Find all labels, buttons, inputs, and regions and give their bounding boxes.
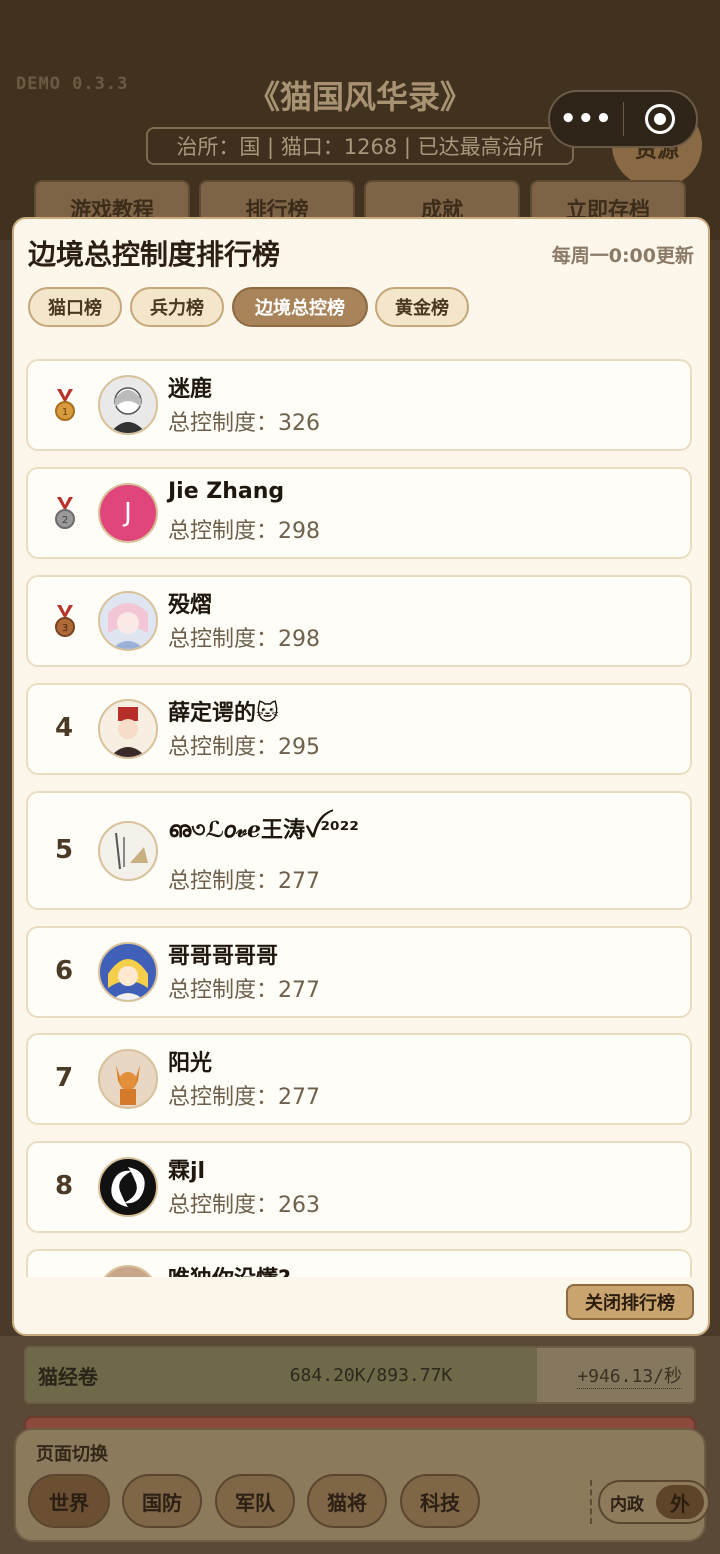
page-button-defense[interactable]: 国防 <box>122 1474 202 1528</box>
player-name: 迷鹿 <box>168 377 213 402</box>
avatar-letter: J <box>124 498 132 528</box>
avatar <box>98 821 158 881</box>
bronze-medal-icon: 3 <box>55 605 75 637</box>
tab-troops-rank[interactable]: 兵力榜 <box>130 287 224 327</box>
player-score: 总控制度：277 <box>168 1085 320 1110</box>
player-score: 总控制度：263 <box>168 1193 320 1218</box>
rank-number: 8 <box>54 1171 74 1201</box>
silver-medal-icon: 2 <box>55 497 75 529</box>
avatar <box>98 591 158 651</box>
rank-number: 7 <box>54 1063 74 1093</box>
avatar: J <box>98 483 158 543</box>
avatar <box>98 1157 158 1217</box>
tab-gold-rank[interactable]: 黄金榜 <box>375 287 469 327</box>
rank-number: 5 <box>54 835 74 865</box>
player-score: 总控制度：277 <box>168 869 320 894</box>
status-bar: 治所：国 | 猫口：1268 | 已达最高治所 <box>146 127 574 165</box>
close-leaderboard-button[interactable]: 关闭排行榜 <box>566 1284 694 1320</box>
leaderboard-row[interactable]: 3 殁熠 总控制度：298 <box>26 575 692 667</box>
resource-rate[interactable]: +946.13/秒 <box>577 1362 682 1389</box>
close-miniprogram-icon[interactable] <box>624 104 697 134</box>
leaderboard-row[interactable]: 2 J Jie Zhang 总控制度：298 <box>26 467 692 559</box>
toggle-domestic-label: 内政 <box>610 1495 644 1515</box>
avatar <box>98 699 158 759</box>
resource-row-cat-scroll: 猫经卷 684.20K/893.77K +946.13/秒 <box>24 1346 696 1404</box>
page-button-army[interactable]: 军队 <box>215 1474 295 1528</box>
player-name: ഌ৩ℒ𝑜𝓋ℯ王涛ꪜ²⁰²² <box>168 818 359 843</box>
rank-number: 4 <box>54 713 74 743</box>
avatar <box>98 942 158 1002</box>
page-button-world[interactable]: 世界 <box>28 1474 110 1528</box>
switcher-divider <box>590 1480 592 1524</box>
leaderboard-list[interactable]: 1 迷鹿 总控制度：326 2 J Jie Zhang 总控制度：298 3 殁… <box>26 347 694 1277</box>
leaderboard-row[interactable]: 4 薛定谔的🐱 总控制度：295 <box>26 683 692 775</box>
update-note: 每周一0:00更新 <box>551 245 694 267</box>
player-name: 哥哥哥哥哥 <box>168 944 279 969</box>
tab-population-rank[interactable]: 猫口榜 <box>28 287 122 327</box>
leaderboard-row[interactable]: 8 霖jl 总控制度：263 <box>26 1141 692 1233</box>
player-name: Jie Zhang <box>168 479 285 504</box>
player-score: 总控制度：298 <box>168 519 320 544</box>
svg-text:2: 2 <box>62 515 68 526</box>
avatar <box>98 1049 158 1109</box>
player-name: 霖jl <box>168 1159 206 1184</box>
player-name: 薛定谔的🐱 <box>168 701 279 726</box>
resource-label: 猫经卷 <box>38 1364 98 1389</box>
domestic-foreign-toggle[interactable]: 内政 外 <box>598 1480 710 1524</box>
leaderboard-row[interactable]: 1 迷鹿 总控制度：326 <box>26 359 692 451</box>
avatar <box>98 1265 158 1277</box>
rank-number: 6 <box>54 956 74 986</box>
svg-text:3: 3 <box>62 623 68 634</box>
toggle-foreign-label: 外 <box>656 1485 704 1519</box>
leaderboard-modal: 边境总控制度排行榜 每周一0:00更新 猫口榜 兵力榜 边境总控榜 黄金榜 1 … <box>12 217 710 1336</box>
player-score: 总控制度：326 <box>168 411 320 436</box>
page-button-tech[interactable]: 科技 <box>400 1474 480 1528</box>
player-score: 总控制度：295 <box>168 735 320 760</box>
avatar <box>98 375 158 435</box>
modal-title: 边境总控制度排行榜 <box>28 238 281 271</box>
leaderboard-row[interactable]: 5 ഌ৩ℒ𝑜𝓋ℯ王涛ꪜ²⁰²² 总控制度：277 <box>26 791 692 910</box>
leaderboard-row[interactable]: 7 阳光 总控制度：277 <box>26 1033 692 1125</box>
page-switcher: 页面切换 世界 国防 军队 猫将 科技 内政 外 <box>14 1428 710 1542</box>
resource-value: 684.20K/893.77K <box>289 1364 453 1386</box>
miniprogram-capsule: ••• <box>548 90 698 148</box>
player-name: 阳光 <box>168 1051 213 1076</box>
leaderboard-row[interactable]: 唯独你没懂? <box>26 1249 692 1277</box>
player-name: 殁熠 <box>168 593 213 618</box>
more-menu-icon[interactable]: ••• <box>550 104 623 134</box>
gold-medal-icon: 1 <box>55 389 75 421</box>
player-score: 总控制度：277 <box>168 978 320 1003</box>
leaderboard-row[interactable]: 6 哥哥哥哥哥 总控制度：277 <box>26 926 692 1018</box>
tab-border-control-rank[interactable]: 边境总控榜 <box>232 287 368 327</box>
player-name: 唯独你没懂? <box>168 1261 291 1277</box>
page-switcher-title: 页面切换 <box>36 1444 108 1465</box>
svg-text:1: 1 <box>62 407 68 418</box>
player-score: 总控制度：298 <box>168 627 320 652</box>
page-button-generals[interactable]: 猫将 <box>307 1474 387 1528</box>
